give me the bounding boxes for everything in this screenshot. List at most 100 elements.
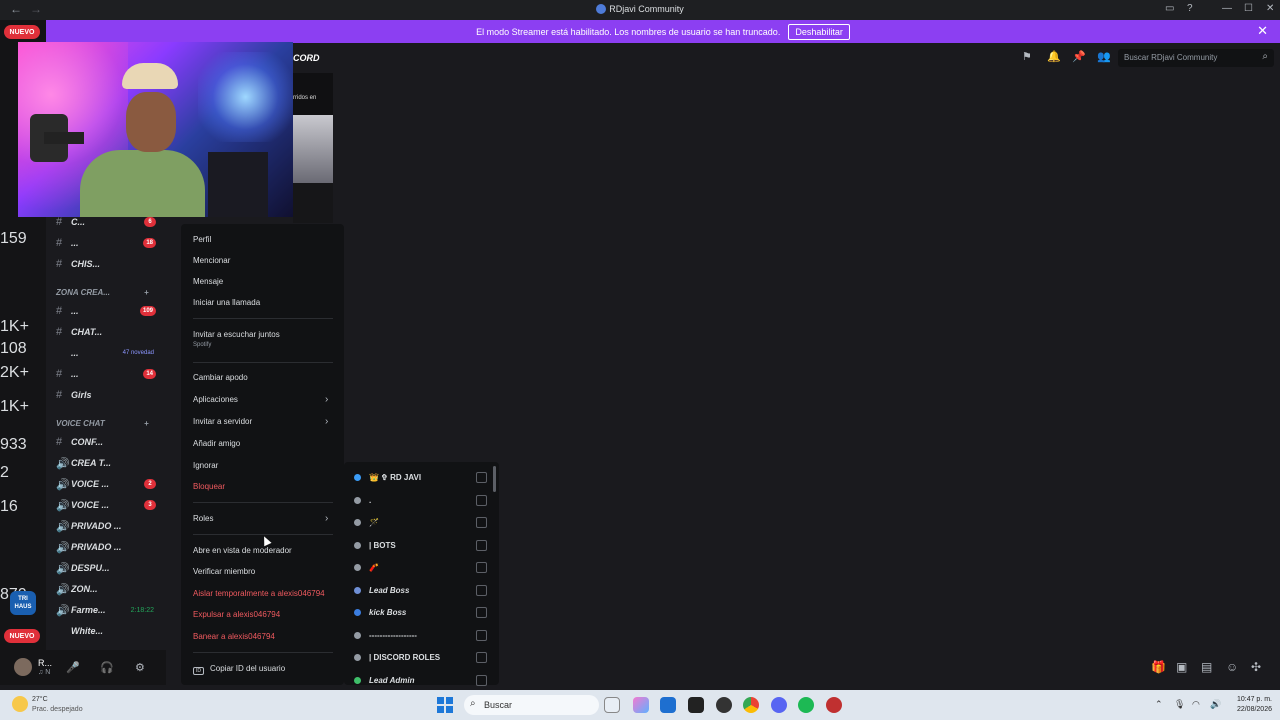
close-banner-icon[interactable]: ✕	[1257, 23, 1268, 39]
menu-item-ignore[interactable]: Ignorar	[193, 461, 218, 470]
weather-sun-icon[interactable]	[12, 696, 28, 712]
server-tile-trihaus[interactable]: TRI HAUS	[10, 591, 36, 615]
channel-item[interactable]: 🔊 VOICE ... 2	[46, 476, 166, 492]
task-view-icon[interactable]	[604, 697, 620, 713]
menu-item-kick[interactable]: Expulsar a alexis046794	[193, 610, 280, 619]
menu-item-apps[interactable]: Aplicaciones ›	[193, 394, 328, 405]
copilot-icon[interactable]	[633, 697, 649, 713]
notifications-bell-icon[interactable]: 🔔	[1047, 50, 1061, 63]
apps-icon[interactable]: ✣	[1251, 660, 1261, 674]
taskbar-clock[interactable]: 10:47 p. m. 22/08/2026	[1228, 695, 1272, 715]
channel-item[interactable]: # C... 6	[46, 214, 166, 230]
help-icon[interactable]: ?	[1187, 3, 1193, 14]
channel-item[interactable]: 🔊 Farme... 2:18:22	[46, 602, 166, 618]
role-item[interactable]: Lead Admin	[354, 673, 494, 689]
role-checkbox[interactable]	[476, 652, 487, 663]
menu-item-moderator-view[interactable]: Abre en vista de moderador	[193, 546, 292, 555]
members-icon[interactable]: 👥	[1097, 50, 1111, 63]
menu-item-verify-member[interactable]: Verificar miembro	[193, 567, 255, 576]
pin-icon[interactable]: 📌	[1072, 50, 1086, 63]
app-icon[interactable]	[826, 697, 842, 713]
channel-category[interactable]: ZONA CREA... +	[56, 288, 149, 297]
role-item[interactable]: Lead Boss	[354, 583, 494, 599]
role-item[interactable]: 🧨	[354, 560, 494, 576]
channel-item[interactable]: #... 109	[46, 303, 166, 319]
channel-category[interactable]: VOICE CHAT +	[56, 419, 149, 428]
headphones-icon[interactable]: 🎧	[100, 661, 114, 674]
role-checkbox[interactable]	[476, 517, 487, 528]
channel-item[interactable]: #... 14	[46, 366, 166, 382]
channel-item[interactable]: 🔊 VOICE ... 3	[46, 497, 166, 513]
menu-item-message[interactable]: Mensaje	[193, 277, 223, 286]
close-window-button[interactable]: ✕	[1266, 3, 1274, 14]
minimize-button[interactable]: —	[1222, 3, 1232, 14]
volume-icon[interactable]: 🔊	[1210, 699, 1221, 710]
channel-item[interactable]: #... 18	[46, 235, 166, 251]
menu-item-mention[interactable]: Mencionar	[193, 256, 230, 265]
store-icon[interactable]	[660, 697, 676, 713]
menu-item-ban[interactable]: Banear a alexis046794	[193, 632, 275, 641]
channel-item[interactable]: ... 47 novedad	[46, 345, 166, 361]
role-checkbox[interactable]	[476, 562, 487, 573]
discord-icon[interactable]	[771, 697, 787, 713]
search-input[interactable]: Buscar RDjavi Community ⌕	[1118, 49, 1274, 67]
role-checkbox[interactable]	[476, 494, 487, 506]
gift-icon[interactable]: 🎁	[1151, 660, 1166, 674]
sticker-icon[interactable]: ▤	[1201, 660, 1212, 674]
microphone-icon[interactable]: 🎤	[66, 661, 80, 674]
role-item[interactable]: kick Boss	[354, 605, 494, 621]
channel-item[interactable]: # Girls	[46, 387, 166, 403]
channel-item[interactable]: 🔊 CREA T...	[46, 455, 166, 471]
channel-item[interactable]: # CONF...	[46, 434, 166, 450]
terminal-icon[interactable]	[688, 697, 704, 713]
menu-item-block[interactable]: Bloquear	[193, 482, 225, 491]
channel-item[interactable]: 🔊 DESPU...	[46, 560, 166, 576]
emoji-icon[interactable]: ☺	[1226, 660, 1238, 674]
menu-item-roles[interactable]: Roles ›	[193, 513, 328, 524]
menu-item-add-friend[interactable]: Añadir amigo	[193, 439, 240, 448]
settings-gear-icon[interactable]: ⚙	[135, 661, 145, 674]
role-checkbox[interactable]	[476, 674, 487, 686]
channel-item[interactable]: 🔊 PRIVADO ...	[46, 518, 166, 534]
disable-streamer-button[interactable]: Deshabilitar	[788, 23, 850, 40]
taskbar-search[interactable]: ⌕ Buscar	[464, 695, 599, 715]
role-checkbox[interactable]	[476, 472, 487, 483]
add-channel-icon[interactable]: +	[144, 288, 149, 297]
menu-item-change-nickname[interactable]: Cambiar apodo	[193, 373, 248, 382]
channel-item[interactable]: White...	[46, 623, 166, 639]
role-checkbox[interactable]	[476, 629, 487, 641]
role-item[interactable]: .	[354, 493, 494, 509]
role-item[interactable]: 🪄	[354, 515, 494, 531]
channel-item[interactable]: # CHIS...	[46, 256, 166, 272]
chevron-up-icon[interactable]: ⌃	[1155, 699, 1163, 710]
role-item[interactable]: ------------------	[354, 628, 494, 644]
role-checkbox[interactable]	[476, 584, 487, 596]
channel-item[interactable]: 🔊 PRIVADO ...	[46, 539, 166, 555]
microphone-icon[interactable]: 🎙	[1174, 699, 1185, 710]
add-channel-icon[interactable]: +	[144, 419, 149, 428]
wifi-icon[interactable]: ◠	[1192, 699, 1200, 710]
role-checkbox[interactable]	[476, 607, 487, 618]
gif-icon[interactable]: ▣	[1176, 660, 1187, 674]
menu-item-profile[interactable]: Perfil	[193, 235, 211, 244]
threads-icon[interactable]: ⚑	[1022, 50, 1032, 63]
menu-item-call[interactable]: Iniciar una llamada	[193, 298, 260, 307]
chrome-icon[interactable]	[743, 697, 759, 713]
spotify-icon[interactable]	[798, 697, 814, 713]
app-icon[interactable]	[716, 697, 732, 713]
embed-thumbnail[interactable]: rridos en	[293, 73, 333, 223]
role-checkbox[interactable]	[476, 539, 487, 551]
inbox-icon[interactable]: ▭	[1165, 3, 1174, 14]
menu-item-timeout[interactable]: Aislar temporalmente a alexis046794	[193, 589, 325, 598]
role-item[interactable]: 👑 ✞ RD JAVI	[354, 470, 494, 486]
windows-start-icon[interactable]	[437, 697, 453, 713]
channel-item[interactable]: 🔊 ZON...	[46, 581, 166, 597]
role-item[interactable]: | BOTS	[354, 538, 494, 554]
menu-item-listen-together[interactable]: Invitar a escuchar juntos Spotify	[193, 330, 280, 348]
role-item[interactable]: | DISCORD ROLES	[354, 650, 494, 666]
menu-item-copy-id[interactable]: ID Copiar ID del usuario	[193, 664, 285, 675]
menu-item-invite-server[interactable]: Invitar a servidor ›	[193, 416, 328, 427]
avatar[interactable]	[14, 658, 32, 676]
maximize-button[interactable]: ☐	[1244, 3, 1253, 14]
channel-item[interactable]: # CHAT...	[46, 324, 166, 340]
